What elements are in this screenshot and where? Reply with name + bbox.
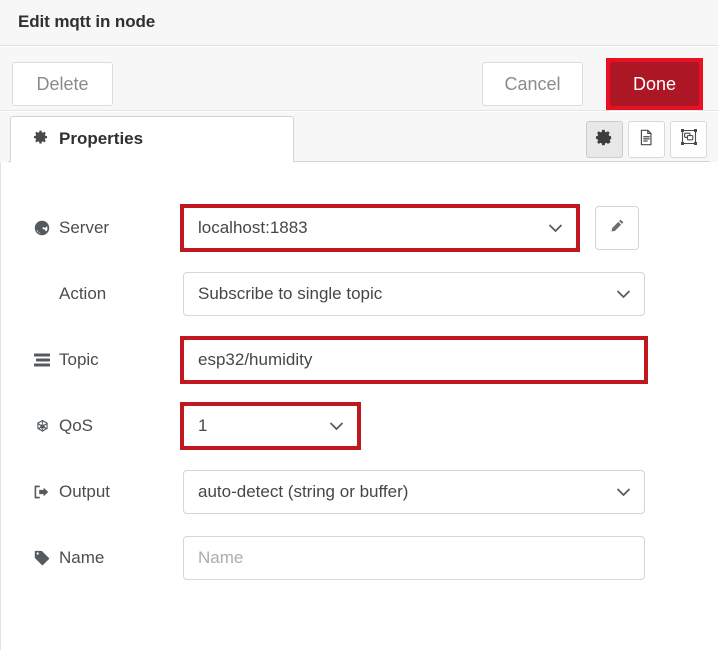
tag-icon [33,549,51,567]
globe-icon [33,219,51,237]
empire-icon [33,417,51,435]
action-value: Subscribe to single topic [198,284,383,303]
topic-value: esp32/humidity [198,350,313,369]
topic-input[interactable]: esp32/humidity [183,338,645,382]
topic-label: Topic [59,350,99,369]
action-label: Action [59,284,107,303]
gear-icon [33,129,49,150]
gear-icon [595,129,613,151]
name-label-group: Name [33,548,173,568]
tab-action-description-button[interactable] [628,121,665,158]
name-placeholder: Name [198,548,244,567]
form-row-output: Output auto-detect (string or buffer) [1,470,718,514]
form-row-action: Action Subscribe to single topic [1,272,718,316]
sign-out-icon [33,483,51,501]
tab-properties[interactable]: Properties [10,116,294,162]
dialog-title: Edit mqtt in node [18,12,156,31]
tab-properties-label: Properties [59,129,144,148]
name-label: Name [59,548,105,567]
tasks-icon [33,351,51,369]
qos-select[interactable]: 1 [183,404,358,448]
edit-mqtt-in-node-dialog: Edit mqtt in node Delete Cancel Done Pro… [0,0,718,650]
form-row-server: Server localhost:1883 [1,204,718,252]
name-input[interactable]: Name [183,536,645,580]
server-label-group: Server [33,218,173,238]
chevron-down-icon [616,284,631,304]
chevron-down-icon [548,218,563,238]
chevron-down-icon [616,482,631,502]
form-row-qos: QoS 1 [1,402,718,450]
action-select[interactable]: Subscribe to single topic [183,272,645,316]
qos-value: 1 [198,416,208,435]
form-row-name: Name Name [1,536,718,580]
output-select[interactable]: auto-detect (string or buffer) [183,470,645,514]
topic-label-group: Topic [33,350,173,370]
tab-action-appearance-button[interactable] [670,121,707,158]
server-select[interactable]: localhost:1883 [183,206,577,250]
description-icon [638,129,655,151]
server-label: Server [59,218,110,237]
form-row-topic: Topic esp32/humidity [1,336,718,384]
tab-action-gear-button[interactable] [586,121,623,158]
pencil-icon [609,218,625,239]
output-label: Output [59,482,111,501]
delete-button[interactable]: Delete [12,62,113,106]
properties-form: Server localhost:1883 Action Subscribe t… [0,162,718,650]
dialog-titlebar: Edit mqtt in node [0,0,718,46]
cancel-button[interactable]: Cancel [482,62,583,106]
appearance-icon [680,128,698,151]
done-button[interactable]: Done [610,62,699,106]
server-edit-button[interactable] [595,206,639,250]
output-value: auto-detect (string or buffer) [198,482,409,501]
tab-strip: Properties [0,112,718,162]
action-label-group: Action [33,284,173,304]
done-button-annotation: Done [606,58,703,110]
chevron-down-icon [329,416,344,436]
output-label-group: Output [33,482,173,502]
server-value: localhost:1883 [198,218,308,237]
tab-action-buttons [586,121,707,158]
qos-label: QoS [59,416,94,435]
qos-label-group: QoS [33,416,173,436]
